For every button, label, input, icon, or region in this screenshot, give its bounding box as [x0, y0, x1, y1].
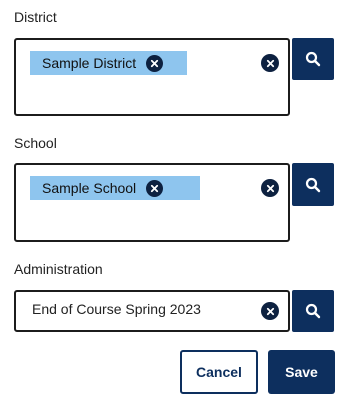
school-search-button[interactable]: [292, 163, 334, 206]
search-icon: [305, 303, 321, 319]
save-button[interactable]: Save: [268, 350, 335, 394]
administration-clear-icon[interactable]: [261, 302, 279, 320]
remove-school-chip-icon[interactable]: [146, 179, 164, 197]
administration-search-button[interactable]: [292, 290, 334, 332]
district-search-button[interactable]: [292, 38, 334, 80]
administration-field[interactable]: End of Course Spring 2023: [14, 290, 290, 332]
district-field[interactable]: Sample District: [14, 38, 290, 116]
school-label: School: [14, 135, 57, 151]
remove-district-chip-icon[interactable]: [146, 54, 164, 72]
search-icon: [305, 51, 321, 67]
search-icon: [305, 177, 321, 192]
district-label: District: [14, 9, 57, 25]
district-chip: Sample District: [30, 51, 187, 75]
district-clear-icon[interactable]: [261, 54, 279, 72]
school-chip: Sample School: [30, 176, 200, 200]
school-chip-label: Sample School: [42, 180, 137, 196]
administration-value: End of Course Spring 2023: [32, 301, 201, 317]
school-clear-icon[interactable]: [261, 179, 279, 197]
cancel-button[interactable]: Cancel: [180, 350, 258, 394]
school-field[interactable]: Sample School: [14, 163, 290, 242]
administration-label: Administration: [14, 261, 103, 277]
district-chip-label: Sample District: [42, 55, 137, 71]
